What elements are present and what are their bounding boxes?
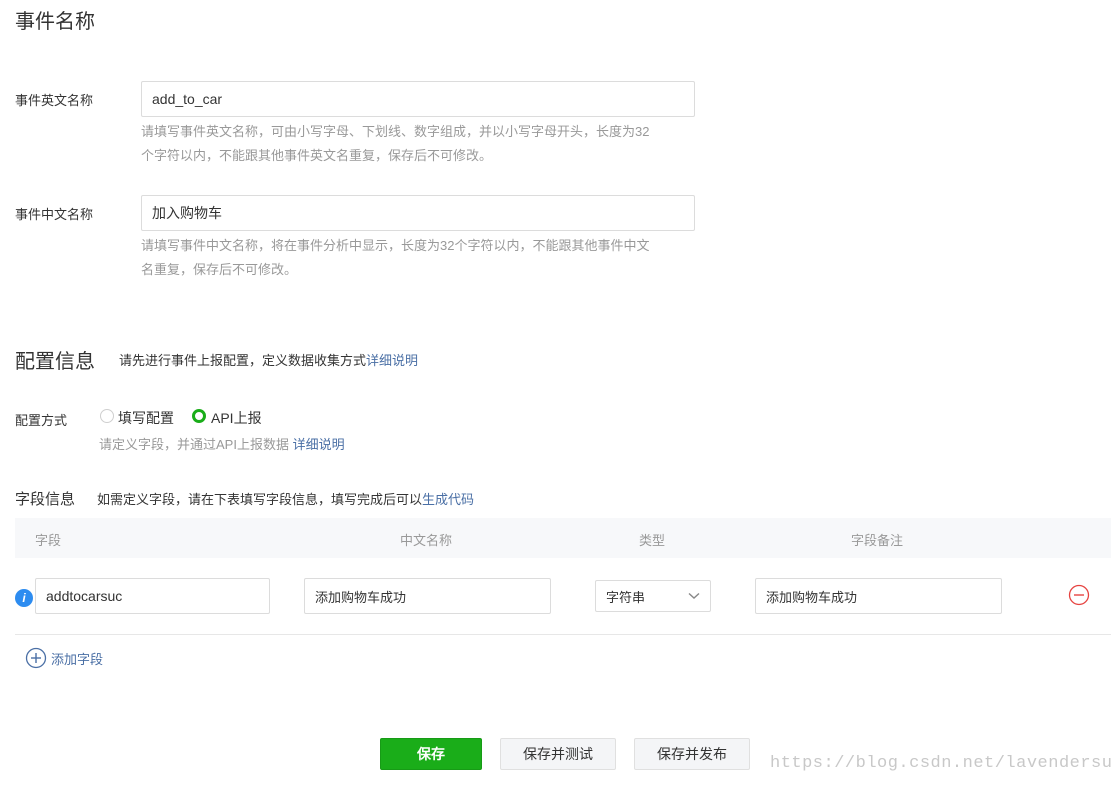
config-mode-detail-link[interactable]: 详细说明: [293, 437, 345, 452]
config-desc-text: 请先进行事件上报配置，定义数据收集方式: [119, 353, 367, 368]
fields-table-header: [15, 518, 1111, 558]
col-header-remark: 字段备注: [851, 533, 904, 548]
watermark: https://blog.csdn.net/lavendersue: [770, 754, 1111, 773]
row-cn-name-input[interactable]: 添加购物车成功: [304, 578, 551, 614]
config-mode-hint: 请定义字段，并通过API上报数据 详细说明: [99, 434, 345, 453]
event-en-name-hint-line1: 请填写事件英文名称，可由小写字母、下划线、数字组成，并以小写字母开头，长度为32: [141, 124, 650, 139]
col-header-field: 字段: [35, 533, 62, 548]
fields-desc: 如需定义字段，请在下表填写字段信息，填写完成后可以生成代码: [97, 489, 474, 508]
fields-title: 字段信息: [15, 491, 76, 508]
config-mode-hint-text: 请定义字段，并通过API上报数据: [99, 437, 289, 452]
row-divider: [15, 634, 1111, 635]
event-cn-name-hint: 请填写事件中文名称，将在事件分析中显示，长度为32个字符以内，不能跟其他事件中文…: [141, 234, 701, 282]
event-en-name-hint-line2: 个字符以内，不能跟其他事件英文名重复，保存后不可修改。: [141, 148, 493, 163]
event-en-name-label: 事件英文名称: [15, 93, 94, 108]
add-field-button[interactable]: 添加字段: [25, 647, 103, 669]
info-icon[interactable]: i: [15, 589, 33, 607]
add-field-label: 添加字段: [51, 651, 104, 667]
config-mode-label: 配置方式: [15, 413, 68, 428]
radio-api-report-label[interactable]: API上报: [211, 408, 262, 428]
radio-manual-config[interactable]: [100, 409, 114, 423]
event-en-name-input[interactable]: add_to_car: [141, 81, 695, 117]
plus-circle-icon: [25, 647, 47, 669]
config-title: 配置信息: [15, 351, 95, 373]
row-remark-input[interactable]: 添加购物车成功: [755, 578, 1002, 614]
row-type-value: 字符串: [606, 589, 646, 605]
row-type-select[interactable]: 字符串: [595, 580, 711, 612]
config-detail-link[interactable]: 详细说明: [366, 353, 418, 368]
event-en-name-hint: 请填写事件英文名称，可由小写字母、下划线、数字组成，并以小写字母开头，长度为32…: [141, 120, 701, 168]
radio-api-report[interactable]: [192, 409, 206, 423]
chevron-down-icon: [688, 592, 700, 599]
save-and-test-button[interactable]: 保存并测试: [500, 738, 616, 770]
remove-row-icon[interactable]: [1068, 584, 1090, 606]
event-cn-name-hint-line1: 请填写事件中文名称，将在事件分析中显示，长度为32个字符以内，不能跟其他事件中文: [141, 238, 650, 253]
fields-desc-text: 如需定义字段，请在下表填写字段信息，填写完成后可以: [97, 492, 423, 507]
col-header-type: 类型: [639, 533, 666, 548]
event-cn-name-hint-line2: 名重复，保存后不可修改。: [141, 262, 298, 277]
radio-manual-config-label[interactable]: 填写配置: [118, 408, 174, 428]
event-name-title: 事件名称: [15, 11, 95, 33]
save-and-publish-button[interactable]: 保存并发布: [634, 738, 750, 770]
row-field-input[interactable]: addtocarsuc: [35, 578, 270, 614]
save-button[interactable]: 保存: [380, 738, 482, 770]
event-cn-name-label: 事件中文名称: [15, 207, 94, 222]
config-desc: 请先进行事件上报配置，定义数据收集方式详细说明: [119, 350, 418, 369]
generate-code-link[interactable]: 生成代码: [422, 492, 474, 507]
event-cn-name-input[interactable]: 加入购物车: [141, 195, 695, 231]
col-header-cn-name: 中文名称: [400, 533, 453, 548]
